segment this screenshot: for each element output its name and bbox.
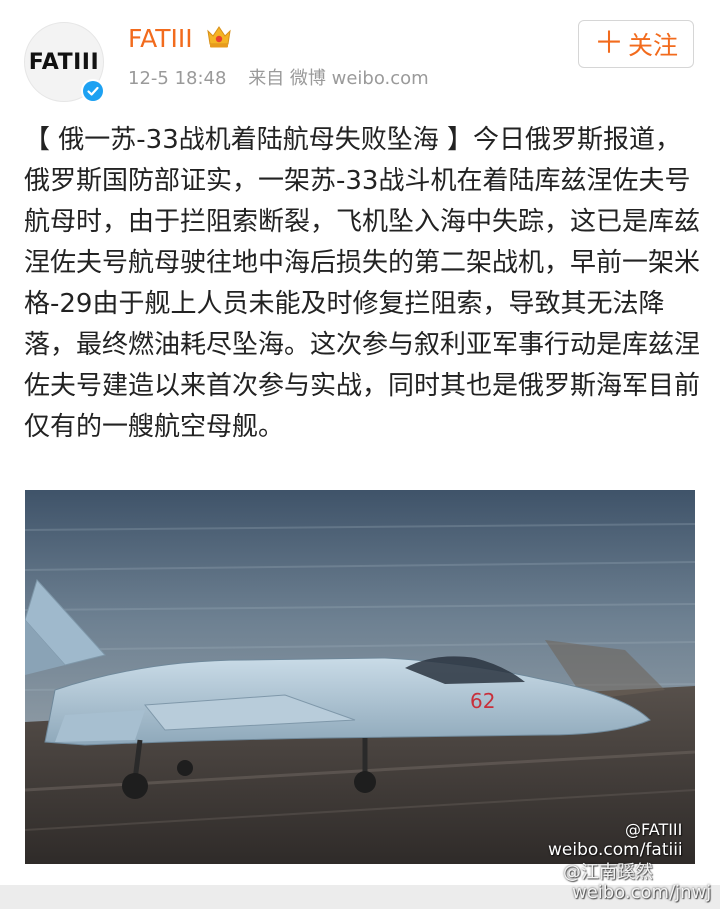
avatar-logo-text: FATIII <box>28 49 100 75</box>
watermark-url-2: weibo.com/jnwj <box>572 882 712 903</box>
post-header: FATIII FATIII 12-5 18:48 来自 微博 weibo.com… <box>0 0 720 110</box>
verified-badge-icon <box>81 79 105 103</box>
tail-number: 62 <box>470 689 495 713</box>
post-meta: 12-5 18:48 来自 微博 weibo.com <box>128 64 445 90</box>
fighter-jet-image: 62 <box>25 490 695 864</box>
post-source: 来自 微博 weibo.com <box>248 68 429 89</box>
follow-button[interactable]: ＋ 关注 <box>578 20 694 68</box>
watermark-handle-2: @江南蹊然 <box>563 862 653 883</box>
watermark-url: weibo.com/fatiii <box>548 840 683 860</box>
plus-icon: ＋ <box>593 26 624 61</box>
author-avatar[interactable]: FATIII <box>24 22 105 103</box>
crown-icon <box>204 22 234 50</box>
post-body-text: 【 俄一苏-33战机着陆航母失败坠海 】今日俄罗斯报道，俄罗斯国防部证实，一架苏… <box>24 125 701 442</box>
follow-button-label: 关注 <box>627 31 678 60</box>
watermark-handle: @FATIII <box>625 820 683 839</box>
author-name[interactable]: FATIII <box>128 24 193 53</box>
post-time: 12-5 18:48 <box>128 68 227 89</box>
post-photo[interactable]: 62 <box>25 490 695 864</box>
